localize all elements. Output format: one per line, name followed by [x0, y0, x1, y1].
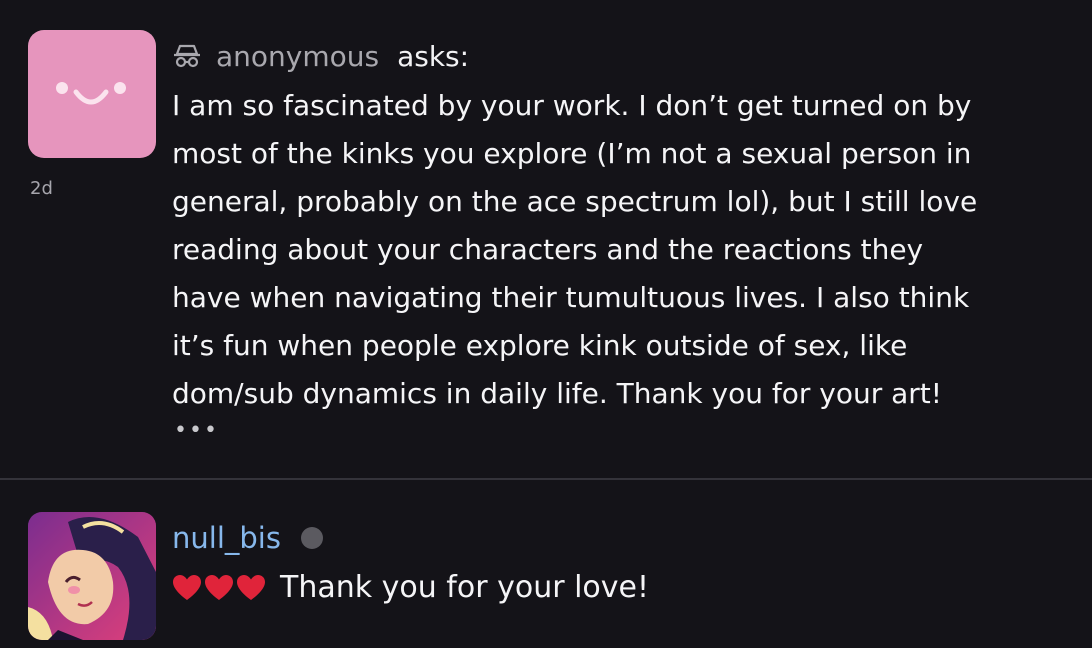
question-line: I am so fascinated by your work. I don’t… [172, 89, 972, 122]
question-line: general, probably on the ace spectrum lo… [172, 185, 978, 218]
answer-post: null_bis Thank you for your love! [0, 480, 1092, 648]
post-timestamp[interactable]: 2d [30, 178, 53, 199]
avatar[interactable] [28, 512, 156, 640]
question-line: most of the kinks you explore (I’m not a… [172, 137, 972, 170]
question-line: reading about your characters and the re… [172, 233, 924, 266]
more-options-button[interactable]: ••• [174, 418, 219, 443]
user-avatar-illustration [28, 512, 156, 640]
answer-message: Thank you for your love! [280, 570, 650, 605]
answer-header: null_bis [172, 518, 323, 558]
smiley-face-icon [56, 82, 126, 105]
red-heart-icon [173, 574, 201, 600]
red-heart-icon [237, 574, 265, 600]
question-line: dom/sub dynamics in daily life. Thank yo… [172, 377, 942, 410]
question-line: it’s fun when people explore kink outsid… [172, 329, 908, 362]
anonymous-avatar[interactable] [28, 30, 156, 158]
asker-name: anonymous [216, 39, 380, 73]
incognito-icon [172, 43, 202, 69]
answer-text: Thank you for your love! [172, 570, 649, 605]
hearts-emoji [172, 574, 268, 602]
question-text: I am so fascinated by your work. I don’t… [172, 82, 1072, 418]
asks-label: asks: [397, 39, 470, 73]
red-heart-icon [205, 574, 233, 600]
question-line: have when navigating their tumultuous li… [172, 281, 970, 314]
username-link[interactable]: null_bis [172, 521, 281, 555]
status-dot-icon [300, 527, 323, 549]
ask-post: 2d anonymous asks: I am so fascinated by… [0, 0, 1092, 478]
ask-header: anonymous asks: [172, 38, 469, 74]
